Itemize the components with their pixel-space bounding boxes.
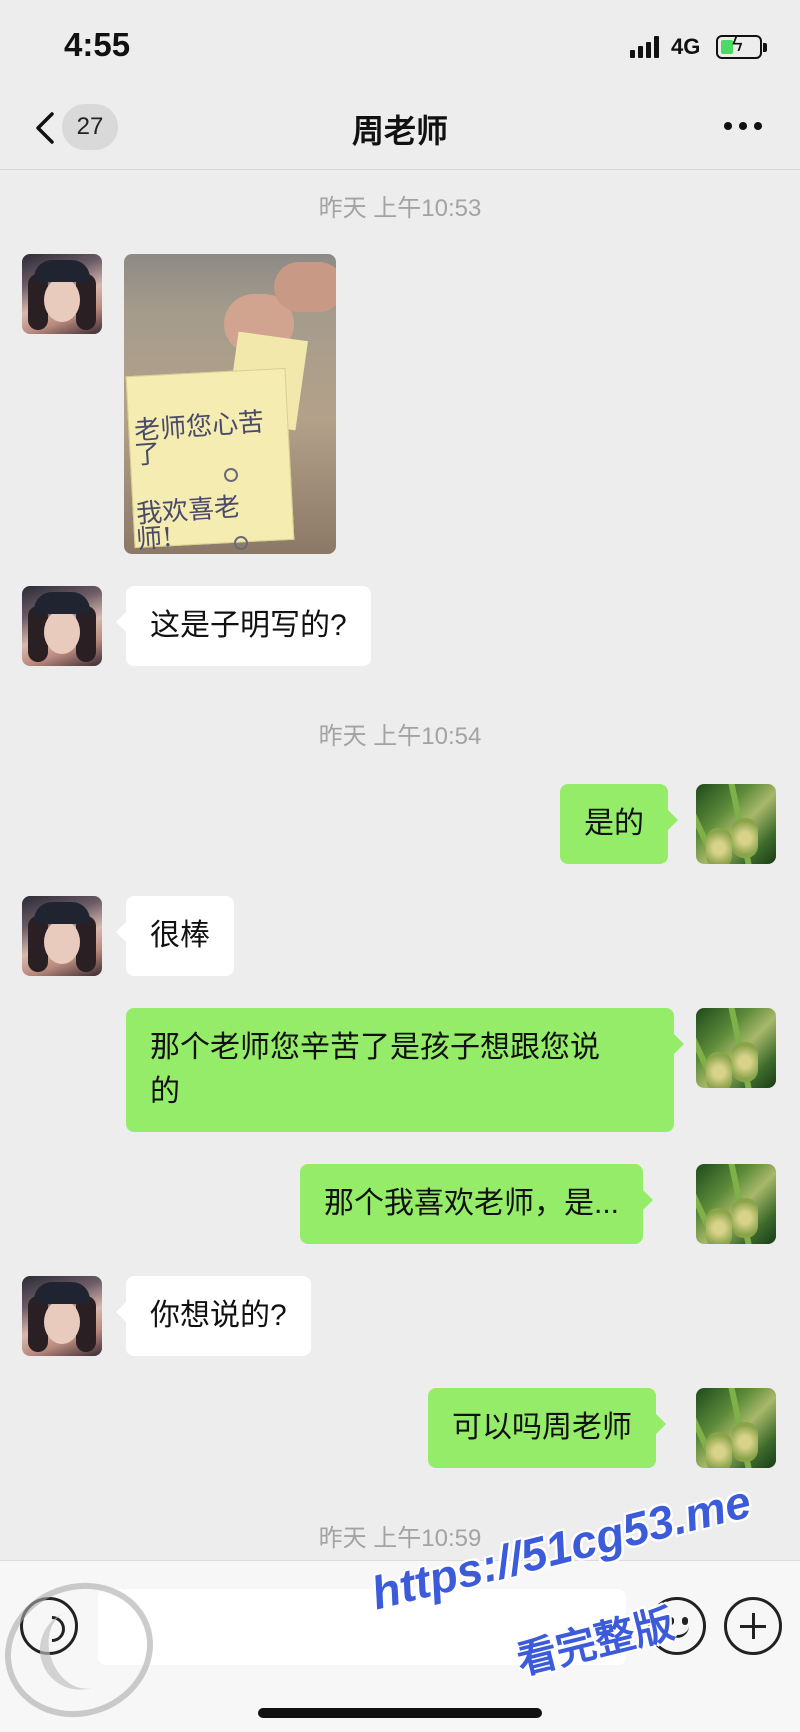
unread-count-badge[interactable]: 27 <box>62 104 118 150</box>
note-text: 了 <box>133 439 162 471</box>
status-bar: 4:55 4G ϟ <box>0 0 800 96</box>
message-bubble-outgoing[interactable]: 是的 <box>560 784 678 864</box>
message-bubble-outgoing[interactable]: 可以吗周老师 <box>428 1388 666 1468</box>
back-chevron-icon[interactable] <box>30 108 66 148</box>
message-bubble-incoming[interactable]: 你想说的? <box>116 1276 311 1356</box>
message-bubble-incoming[interactable]: 很棒 <box>116 896 234 976</box>
message-text: 很棒 <box>150 919 210 952</box>
note-text: 师! <box>135 522 174 554</box>
more-options-icon[interactable] <box>724 122 764 132</box>
message-text: 可以吗周老师 <box>452 1411 632 1444</box>
contact-avatar[interactable] <box>22 254 102 334</box>
timestamp: 昨天 上午10:54 <box>318 723 482 750</box>
self-avatar[interactable] <box>696 1388 776 1468</box>
self-avatar[interactable] <box>696 784 776 864</box>
status-time: 4:55 <box>64 26 131 63</box>
message-text: 的 <box>150 1075 180 1108</box>
contact-avatar[interactable] <box>22 896 102 976</box>
timestamp: 昨天 上午10:53 <box>318 195 482 222</box>
self-avatar[interactable] <box>696 1164 776 1244</box>
network-type: 4G <box>671 34 701 59</box>
heart-doodle-icon <box>224 468 238 482</box>
add-attachment-icon[interactable] <box>724 1597 782 1655</box>
contact-avatar[interactable] <box>22 1276 102 1356</box>
message-text: 这是子明写的? <box>150 609 347 642</box>
heart-doodle-icon <box>234 536 248 550</box>
signal-strength-icon <box>630 36 660 58</box>
message-bubble-outgoing[interactable]: 那个我喜欢老师，是... <box>300 1164 654 1244</box>
contact-avatar[interactable] <box>22 586 102 666</box>
home-indicator[interactable] <box>258 1708 542 1718</box>
self-avatar[interactable] <box>696 1008 776 1088</box>
message-text: 那个老师您辛苦了是孩子想跟您说 <box>150 1031 600 1064</box>
message-text: 你想说的? <box>150 1299 287 1332</box>
message-bubble-incoming[interactable]: 这是子明写的? <box>116 586 371 666</box>
nav-bar: 27 周老师 <box>0 96 800 170</box>
message-text: 是的 <box>584 807 644 840</box>
message-text: 那个我喜欢老师，是... <box>324 1187 620 1220</box>
message-bubble-outgoing[interactable]: 那个老师您辛苦了是孩子想跟您说 的 <box>126 1008 684 1132</box>
battery-icon: ϟ <box>716 34 767 59</box>
image-message[interactable]: 老师您心苦 了 我欢喜老 师! <box>124 254 336 554</box>
chat-title: 周老师 <box>351 113 448 149</box>
